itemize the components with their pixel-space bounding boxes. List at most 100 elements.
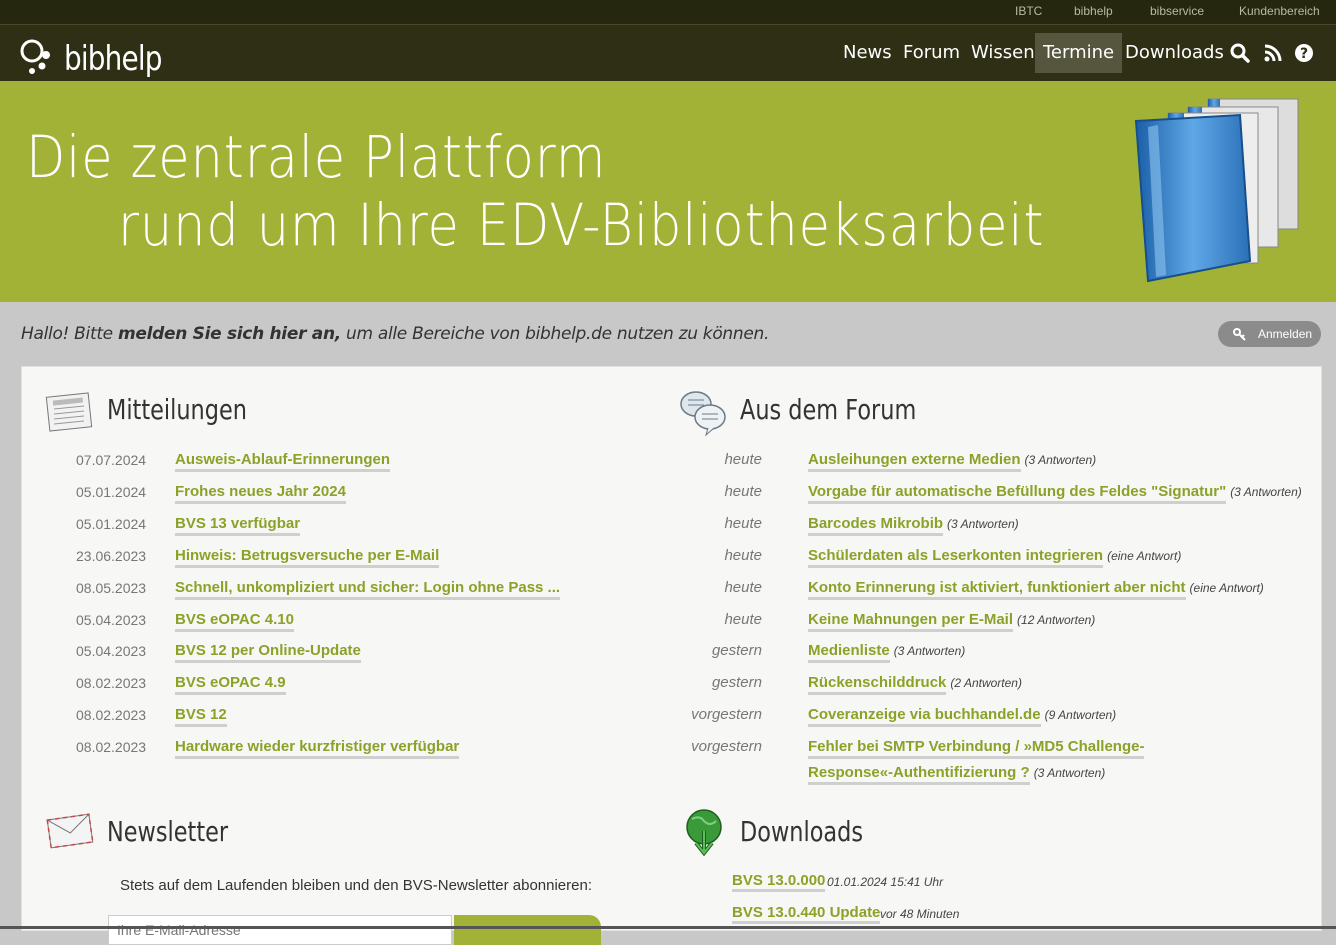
login-prompt: Hallo! Bitte melden Sie sich hier an, um… <box>21 324 769 344</box>
login-prompt-prefix: Hallo! Bitte <box>21 324 118 344</box>
rss-icon[interactable] <box>1263 43 1283 63</box>
forum-thread: Ausleihungen externe Medien (3 Antworten) <box>808 451 1097 472</box>
nav-termine[interactable]: Termine <box>1035 33 1123 73</box>
forum-thread-link[interactable]: Medienliste <box>808 642 890 663</box>
topbar-link-kundenbereich[interactable]: Kundenbereich <box>1239 4 1320 18</box>
forum-thread-link[interactable]: Barcodes Mikrobib <box>808 515 944 536</box>
forum-answer-count: (2 Antworten) <box>950 676 1022 690</box>
newsletter-text: Stets auf dem Laufenden bleiben und den … <box>120 877 592 894</box>
forum-thread: Medienliste (3 Antworten) <box>808 642 966 663</box>
forum-thread-link[interactable]: Vorgabe für automatische Befüllung des F… <box>808 483 1227 504</box>
news-date: 08.02.2023 <box>76 675 147 691</box>
login-button-label: Anmelden <box>1258 327 1313 341</box>
news-link[interactable]: BVS 12 <box>175 706 227 727</box>
books-illustration <box>1134 98 1299 283</box>
forum-thread-link[interactable]: Konto Erinnerung ist aktiviert, funktion… <box>808 579 1186 600</box>
download-globe-icon <box>686 809 722 857</box>
topbar-link-ibtc[interactable]: IBTC <box>1015 4 1042 18</box>
news-date: 08.02.2023 <box>76 707 147 723</box>
news-link[interactable]: Hinweis: Betrugsversuche per E-Mail <box>175 547 440 568</box>
forum-time: vorgestern <box>691 738 762 755</box>
logo-dots-icon <box>20 39 50 74</box>
newsletter-subscribe-button[interactable] <box>454 915 601 945</box>
topbar-link-bibhelp[interactable]: bibhelp <box>1074 4 1113 18</box>
forum-time: vorgestern <box>691 706 762 723</box>
forum-answer-count: (3 Antworten) <box>893 644 966 658</box>
forum-time: heute <box>724 483 762 500</box>
forum-thread-link[interactable]: Ausleihungen externe Medien <box>808 451 1021 472</box>
forum-thread: Vorgabe für automatische Befüllung des F… <box>808 483 1302 504</box>
key-icon <box>1233 328 1246 341</box>
news-link[interactable]: BVS eOPAC 4.10 <box>175 611 294 632</box>
forum-answer-count: (3 Antworten) <box>1024 453 1097 467</box>
forum-thread: Keine Mahnungen per E-Mail (12 Antworten) <box>808 611 1096 632</box>
news-date: 05.01.2024 <box>76 484 147 500</box>
forum-answer-count: (12 Antworten) <box>1017 613 1096 627</box>
forum-thread: Fehler bei SMTP Verbindung / »MD5 Challe… <box>808 738 1145 785</box>
news-link[interactable]: BVS 12 per Online-Update <box>175 642 361 663</box>
forum-thread: Barcodes Mikrobib (3 Antworten) <box>808 515 1019 536</box>
forum-thread: Schülerdaten als Leserkonten integrieren… <box>808 547 1182 568</box>
forum-thread-link[interactable]: Keine Mahnungen per E-Mail <box>808 611 1014 632</box>
news-date: 08.05.2023 <box>76 580 147 596</box>
forum-answer-count: (9 Antworten) <box>1044 708 1117 722</box>
brand-logo[interactable]: bibhelp <box>20 33 180 79</box>
nav-downloads[interactable]: Downloads <box>1117 33 1232 73</box>
news-date: 05.01.2024 <box>76 516 147 532</box>
news-link[interactable]: Frohes neues Jahr 2024 <box>175 483 346 504</box>
forum-time: heute <box>724 451 762 468</box>
forum-time: gestern <box>711 642 762 659</box>
forum-answer-count: (3 Antworten) <box>1033 766 1106 780</box>
nav-wissen[interactable]: Wissen <box>963 33 1043 73</box>
topbar-link-bibservice[interactable]: bibservice <box>1150 4 1204 18</box>
forum-thread-link[interactable]: Schülerdaten als Leserkonten integrieren <box>808 547 1104 568</box>
banner-line-1: Die zentrale Plattform <box>26 123 607 191</box>
forum-thread: Konto Erinnerung ist aktiviert, funktion… <box>808 579 1264 600</box>
help-icon[interactable]: ? <box>1294 43 1314 63</box>
news-link[interactable]: BVS 13 verfügbar <box>175 515 301 536</box>
forum-answer-count: (3 Antworten) <box>947 517 1019 531</box>
nav-forum[interactable]: Forum <box>895 33 968 73</box>
downloads-title: Downloads <box>740 815 864 848</box>
news-date: 07.07.2024 <box>76 452 147 468</box>
forum-answer-count: (eine Antwort) <box>1189 581 1264 595</box>
forum-time: heute <box>724 547 762 564</box>
svg-text:?: ? <box>1300 46 1308 62</box>
forum-thread-link[interactable]: Fehler bei SMTP Verbindung / »MD5 Challe… <box>808 738 1145 759</box>
forum-answer-count: (eine Antwort) <box>1107 549 1182 563</box>
nav-news[interactable]: News <box>835 33 900 73</box>
download-link[interactable]: BVS 13.0.440 Update <box>732 904 881 924</box>
forum-time: gestern <box>711 674 762 691</box>
brand-name: bibhelp <box>64 39 162 79</box>
news-link[interactable]: Hardware wieder kurzfristiger verfügbar <box>175 738 460 759</box>
login-button[interactable]: Anmelden <box>1218 321 1321 347</box>
newsletter-email-input[interactable] <box>108 915 452 945</box>
forum-answer-count: (3 Antworten) <box>1230 485 1302 499</box>
news-link[interactable]: BVS eOPAC 4.9 <box>175 674 286 695</box>
forum-thread: Rückenschilddruck (2 Antworten) <box>808 674 1022 695</box>
news-date: 05.04.2023 <box>76 612 147 628</box>
hero-banner: Die zentrale Plattform rund um Ihre EDV-… <box>0 81 1336 302</box>
login-link[interactable]: melden Sie sich hier an, <box>118 324 341 344</box>
news-link[interactable]: Ausweis-Ablauf-Erinnerungen <box>175 451 391 472</box>
search-icon[interactable] <box>1230 43 1250 63</box>
envelope-icon <box>46 813 94 849</box>
login-strip: Hallo! Bitte melden Sie sich hier an, um… <box>0 303 1336 365</box>
download-meta: 01.01.2024 15:41 Uhr <box>827 875 944 889</box>
chat-bubbles-icon <box>680 391 726 437</box>
forum-time: heute <box>724 515 762 532</box>
download-meta: vor 48 Minuten <box>880 907 960 921</box>
news-link[interactable]: Schnell, unkompliziert und sicher: Login… <box>175 579 561 600</box>
news-date: 08.02.2023 <box>76 739 147 755</box>
utility-bar: IBTC bibhelp bibservice Kundenbereich <box>0 0 1336 25</box>
forum-thread-link[interactable]: Rückenschilddruck <box>808 674 947 695</box>
banner-line-2: rund um Ihre EDV-Bibliotheksarbeit <box>118 191 1045 259</box>
forum-time: heute <box>724 579 762 596</box>
news-date: 23.06.2023 <box>76 548 147 564</box>
forum-thread-link[interactable]: Coveranzeige via buchhandel.de <box>808 706 1041 727</box>
download-link[interactable]: BVS 13.0.000 <box>732 872 826 892</box>
content-card: Mitteilungen 07.07.2024 Ausweis-Ablauf-Er… <box>21 366 1322 945</box>
forum-thread-link-cont[interactable]: Response«-Authentifizierung ? <box>808 764 1030 785</box>
forum-time: heute <box>724 611 762 628</box>
login-prompt-suffix: um alle Bereiche von bibhelp.de nutzen z… <box>340 324 770 344</box>
